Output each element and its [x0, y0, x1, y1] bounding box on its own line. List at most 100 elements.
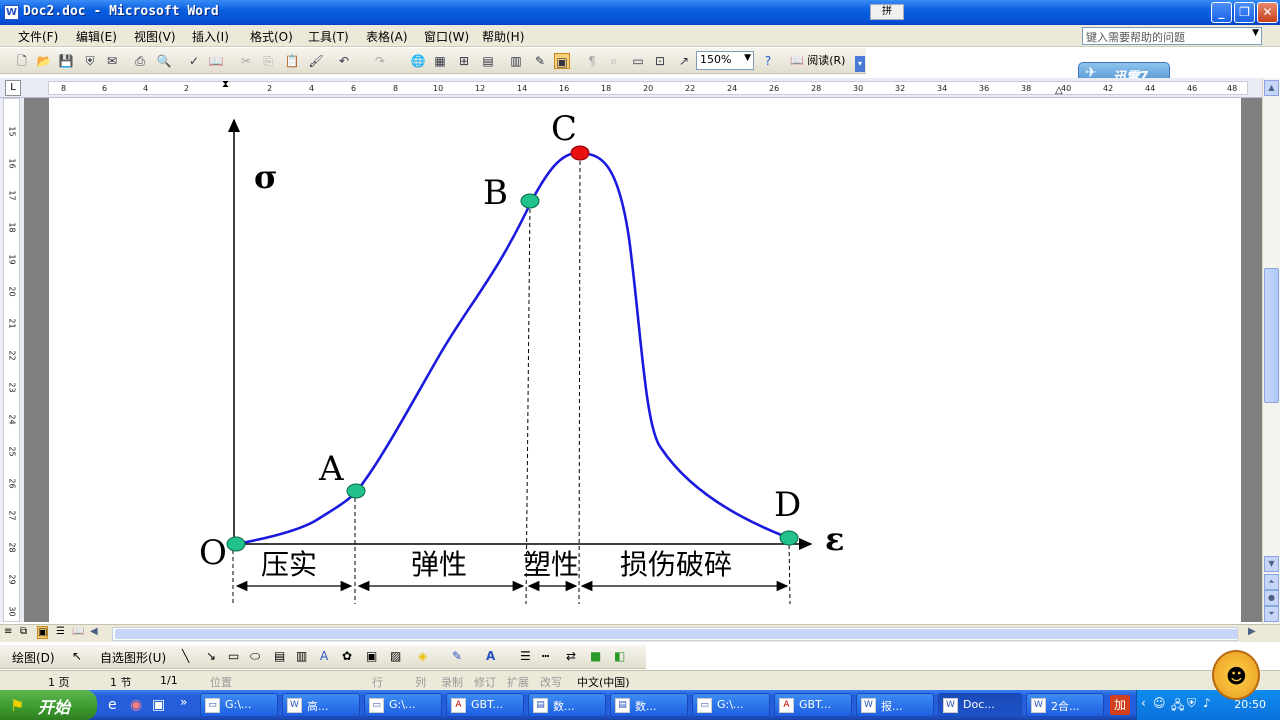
- task-button[interactable]: W 高...: [282, 693, 360, 717]
- arrow-icon[interactable]: ↘: [206, 649, 216, 663]
- dash-style-icon[interactable]: ┅: [542, 649, 549, 663]
- close-button[interactable]: ✕: [1257, 2, 1278, 23]
- 3d-icon[interactable]: ◧: [614, 649, 625, 663]
- document-map-icon[interactable]: ▣: [554, 53, 570, 69]
- hyperlink-icon[interactable]: 🌐: [410, 53, 426, 69]
- show-hide-icon[interactable]: ¶: [584, 53, 600, 69]
- print-icon[interactable]: ⎙: [132, 53, 148, 69]
- app-tray-icon[interactable]: 加: [1110, 695, 1130, 715]
- spelling-icon[interactable]: ✓: [186, 53, 202, 69]
- horizontal-scrollbar[interactable]: [112, 627, 1238, 641]
- help-search-input[interactable]: 键入需要帮助的问题 ▼: [1082, 27, 1262, 45]
- picture-icon[interactable]: ▨: [390, 649, 401, 663]
- rectangle-icon[interactable]: ▭: [228, 649, 239, 663]
- select-browse-icon[interactable]: ●: [1264, 590, 1279, 606]
- line-color-icon[interactable]: ✎: [452, 649, 462, 663]
- diagram-icon[interactable]: ✿: [342, 649, 352, 663]
- zoom-select[interactable]: 150% ▼: [696, 51, 754, 70]
- task-button[interactable]: W 2合...: [1026, 693, 1104, 717]
- save-icon[interactable]: 💾: [58, 53, 74, 69]
- tray-arrow-icon[interactable]: ‹: [1141, 696, 1146, 710]
- ime-indicator[interactable]: 拼: [870, 4, 904, 20]
- help-icon[interactable]: ?: [760, 53, 776, 69]
- word-app-icon[interactable]: W: [4, 5, 19, 20]
- start-button[interactable]: ⚑ 开始: [0, 690, 97, 720]
- chevron-down-icon[interactable]: ▼: [744, 53, 751, 63]
- menu-format[interactable]: 格式(O): [248, 28, 295, 45]
- clock[interactable]: 20:50: [1234, 698, 1266, 711]
- print-preview-icon[interactable]: 🔍: [156, 53, 172, 69]
- preview-icon[interactable]: ⊡: [652, 53, 668, 69]
- scroll-down-icon[interactable]: ▼: [1264, 556, 1279, 572]
- shadow-icon[interactable]: ■: [590, 649, 601, 663]
- chevron-down-icon[interactable]: ▼: [1252, 28, 1259, 38]
- tab-selector[interactable]: L: [5, 80, 21, 96]
- tray-volume-icon[interactable]: ♪: [1203, 696, 1211, 710]
- oval-icon[interactable]: ⬭: [250, 649, 260, 664]
- restore-button[interactable]: ❐: [1234, 2, 1255, 23]
- document-page[interactable]: σ ε O A B C D 压实 弹性 塑性 损伤破碎: [49, 98, 1241, 622]
- tables-borders-icon[interactable]: ▦: [432, 53, 448, 69]
- mascot-widget-icon[interactable]: ☻: [1212, 650, 1260, 700]
- menu-edit[interactable]: 编辑(E): [74, 28, 119, 45]
- redo-icon[interactable]: ↷: [372, 53, 388, 69]
- zoom-icon[interactable]: ⌕: [606, 53, 622, 69]
- next-page-icon[interactable]: ⏷: [1264, 606, 1279, 622]
- vertical-textbox-icon[interactable]: ▥: [296, 649, 307, 663]
- arrow-style-icon[interactable]: ⇄: [566, 649, 576, 663]
- wordart-icon[interactable]: A: [320, 649, 328, 663]
- task-button[interactable]: A GBT...: [446, 693, 524, 717]
- horizontal-ruler[interactable]: 8 6 4 2 2 4 6 8 10 12 14 16 18 20 22 24 …: [48, 79, 1248, 96]
- undo-icon[interactable]: ↶: [336, 53, 352, 69]
- menu-view[interactable]: 视图(V): [132, 28, 178, 45]
- format-painter-icon[interactable]: 🖌: [308, 53, 324, 69]
- scroll-right-icon[interactable]: ▶: [1248, 626, 1256, 637]
- read-button[interactable]: 📖 阅读(R): [790, 52, 845, 68]
- vertical-scrollbar[interactable]: ▲ ▼ ⏶ ● ⏷: [1262, 78, 1280, 624]
- permission-icon[interactable]: ⛨: [82, 53, 98, 69]
- reading-icon[interactable]: ▭: [630, 53, 646, 69]
- status-ext[interactable]: 扩展: [507, 674, 529, 690]
- email-icon[interactable]: ✉: [104, 53, 120, 69]
- menu-table[interactable]: 表格(A): [364, 28, 410, 45]
- paste-icon[interactable]: 📋: [284, 53, 300, 69]
- outline-view-icon[interactable]: ☰: [56, 626, 65, 637]
- status-ovr[interactable]: 改写: [540, 674, 562, 690]
- right-indent-marker-icon[interactable]: △: [1055, 85, 1063, 96]
- task-button[interactable]: ▭ G:\...: [200, 693, 278, 717]
- menu-help[interactable]: 帮助(H): [480, 28, 526, 45]
- draw-menu[interactable]: 绘图(D): [12, 649, 55, 666]
- tray-network-icon[interactable]: 🖧: [1171, 696, 1184, 717]
- ie-icon[interactable]: e: [108, 697, 117, 713]
- scroll-left-icon[interactable]: ◀: [90, 626, 98, 637]
- insert-table-icon[interactable]: ⊞: [456, 53, 472, 69]
- normal-view-icon[interactable]: ≡: [4, 626, 12, 637]
- line-icon[interactable]: ╲: [182, 649, 189, 663]
- task-button[interactable]: ▤ 数...: [528, 693, 606, 717]
- vertical-ruler[interactable]: 15 16 17 18 19 20 21 22 23 24 25 26 27 2…: [3, 98, 20, 622]
- research-icon[interactable]: 📖: [208, 53, 224, 69]
- status-rec[interactable]: 录制: [441, 674, 463, 690]
- toolbar-options-icon[interactable]: ▾: [855, 56, 865, 72]
- autoshapes-menu[interactable]: 自选图形(U): [100, 649, 166, 666]
- scroll-up-icon[interactable]: ▲: [1264, 80, 1279, 96]
- menu-insert[interactable]: 插入(I): [190, 28, 231, 45]
- menu-file[interactable]: 文件(F): [16, 28, 60, 45]
- font-color-icon[interactable]: A: [486, 649, 495, 663]
- status-trk[interactable]: 修订: [474, 674, 496, 690]
- drawing-icon[interactable]: ✎: [532, 53, 548, 69]
- new-document-icon[interactable]: 🗋: [14, 53, 30, 69]
- quicklaunch-more-icon[interactable]: »: [180, 695, 187, 709]
- clipart-icon[interactable]: ▣: [366, 649, 377, 663]
- tray-user-icon[interactable]: ☺: [1153, 696, 1166, 710]
- minimize-button[interactable]: _: [1211, 2, 1232, 23]
- print-layout-icon[interactable]: ▣: [37, 626, 49, 639]
- indent-marker-icon[interactable]: ⧗: [222, 79, 229, 90]
- tray-shield-icon[interactable]: ⛨: [1187, 696, 1196, 711]
- quicklaunch-icon[interactable]: ▣: [152, 697, 165, 713]
- security-icon[interactable]: ◉: [130, 697, 142, 713]
- scroll-thumb[interactable]: [1264, 268, 1279, 403]
- web-view-icon[interactable]: ⧉: [20, 626, 27, 637]
- task-button[interactable]: ▤ 数...: [610, 693, 688, 717]
- task-button-active[interactable]: W Doc...: [938, 693, 1022, 717]
